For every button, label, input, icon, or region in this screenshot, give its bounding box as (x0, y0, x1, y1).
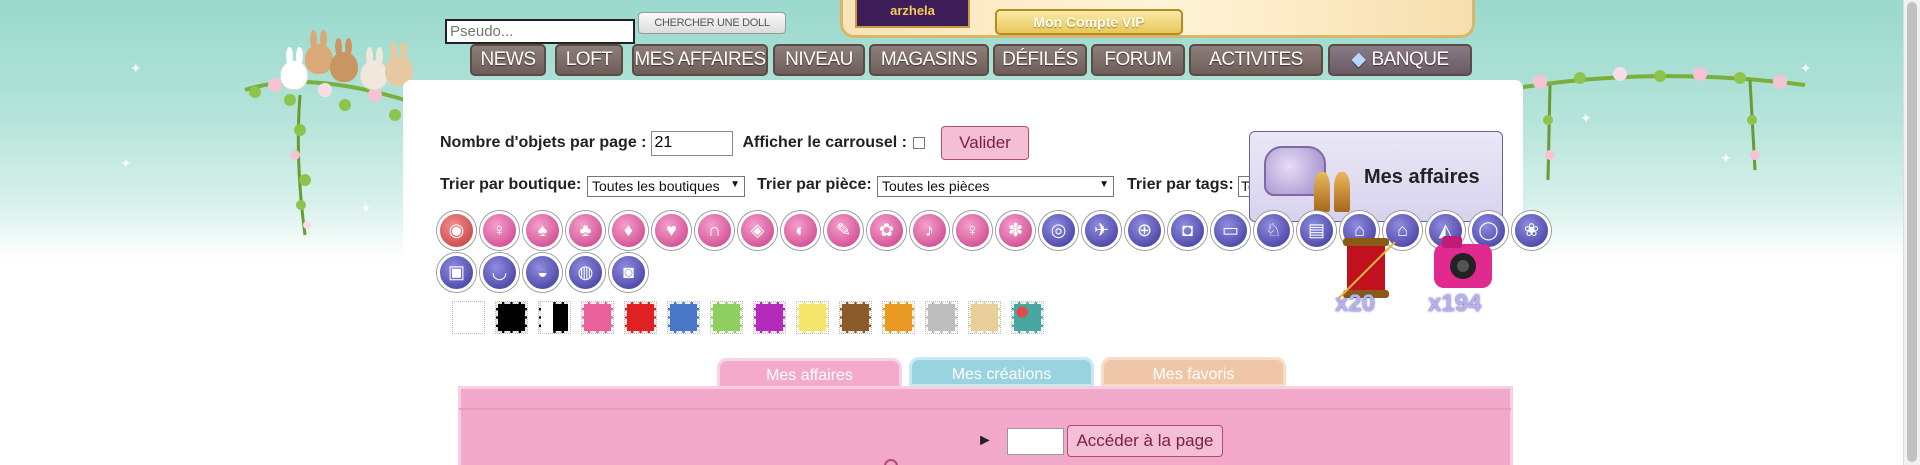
scrollbar-thumb[interactable] (1907, 2, 1917, 462)
shop-select-value: Toutes les boutiques (592, 178, 720, 194)
page-scrollbar[interactable] (1903, 0, 1920, 465)
bunny-decoration (360, 47, 388, 90)
category-icon[interactable]: ✿ (867, 211, 906, 250)
category-icon[interactable]: ⊕ (1125, 211, 1164, 250)
camera-count: x194 (1428, 290, 1482, 317)
site-logo[interactable]: arzhela (855, 0, 970, 28)
color-swatch[interactable] (624, 301, 657, 334)
nav-banque-label: BANQUE (1371, 49, 1449, 70)
pagination-settings: Nombre d'objets par page : Afficher le c… (440, 126, 1029, 160)
carousel-label: Afficher le carrousel : (742, 134, 908, 151)
sparkle-decoration: ✦ (130, 60, 142, 76)
shop-select[interactable]: Toutes les boutiques ▼ (587, 176, 745, 197)
category-icon[interactable]: ✈ (1082, 211, 1121, 250)
color-swatch[interactable] (710, 301, 743, 334)
category-icon[interactable]: ◍ (566, 253, 605, 292)
shoe-icon (1334, 172, 1350, 212)
color-swatch[interactable] (581, 301, 614, 334)
play-arrow-icon: ► (977, 432, 993, 449)
per-page-label: Nombre d'objets par page : (440, 134, 647, 151)
shop-filter-label: Trier par boutique: (440, 176, 582, 193)
shoe-icon (1314, 172, 1330, 212)
nav-news[interactable]: NEWS (470, 44, 546, 76)
carousel-checkbox[interactable] (913, 137, 925, 149)
category-icon[interactable]: ◎ (1039, 211, 1078, 250)
color-swatch[interactable] (1011, 301, 1044, 334)
category-icon[interactable]: ◘ (1168, 211, 1207, 250)
flower-vine-left (244, 78, 406, 236)
color-swatch[interactable] (452, 301, 485, 334)
category-icon[interactable]: ♥ (652, 211, 691, 250)
category-icon[interactable]: ✎ (824, 211, 863, 250)
color-swatch[interactable] (538, 301, 571, 334)
tags-filter-label: Trier par tags: (1127, 176, 1234, 193)
color-swatch[interactable] (882, 301, 915, 334)
color-swatch[interactable] (667, 301, 700, 334)
pseudo-search-input[interactable] (445, 19, 635, 44)
category-icon[interactable]: ▤ (1297, 211, 1336, 250)
camera-icon (1434, 236, 1492, 288)
goto-page-button[interactable]: Accéder à la page (1067, 425, 1223, 457)
spool-count: x20 (1335, 290, 1376, 317)
sparkle-decoration: ✦ (120, 155, 132, 171)
category-icon[interactable]: ◙ (609, 253, 648, 292)
nav-forum[interactable]: FORUM (1091, 44, 1185, 76)
room-filter-label: Trier par pièce: (757, 176, 872, 193)
category-icon[interactable]: ♪ (910, 211, 949, 250)
bunny-decoration (305, 30, 333, 74)
content-box (458, 386, 1513, 465)
search-doll-button[interactable]: CHERCHER UNE DOLL (638, 12, 786, 34)
room-select-value: Toutes les pièces (882, 178, 990, 194)
color-swatch[interactable] (796, 301, 829, 334)
tab-mes-favoris[interactable]: Mes favoris (1101, 357, 1286, 387)
nav-activites[interactable]: ACTIVITES (1189, 44, 1323, 76)
per-page-input[interactable] (650, 130, 733, 156)
category-icon[interactable]: ◡ (480, 253, 519, 292)
color-swatch[interactable] (753, 301, 786, 334)
category-icon[interactable]: ♘ (1254, 211, 1293, 250)
bunny-decoration (280, 47, 308, 90)
nav-mes-affaires[interactable]: MES AFFAIRES (632, 44, 768, 76)
category-icon[interactable]: ∩ (695, 211, 734, 250)
vip-account-button[interactable]: Mon Compte VIP (995, 9, 1183, 35)
category-icon[interactable]: ◐ (781, 211, 820, 250)
nav-banque[interactable]: ◆ BANQUE (1328, 44, 1472, 76)
dropdown-arrow-icon: ▼ (1099, 179, 1109, 190)
category-icon[interactable]: ♀ (480, 211, 519, 250)
dropdown-arrow-icon: ▼ (730, 179, 740, 190)
category-icon[interactable]: ♠ (523, 211, 562, 250)
category-icon[interactable]: ✽ (996, 211, 1035, 250)
room-select[interactable]: Toutes les pièces ▼ (877, 176, 1114, 197)
diamond-icon: ◆ (1351, 49, 1366, 70)
top-banner: arzhela Mon Compte VIP (840, 0, 1475, 38)
category-icon[interactable]: ▭ (1211, 211, 1250, 250)
category-icon[interactable]: ◈ (738, 211, 777, 250)
category-icon[interactable]: ◒ (523, 253, 562, 292)
nav-niveau[interactable]: NIVEAU (773, 44, 865, 76)
content-divider (459, 408, 1511, 410)
color-swatch[interactable] (495, 301, 528, 334)
category-icon[interactable]: ▣ (437, 253, 476, 292)
category-icon[interactable]: ♦ (609, 211, 648, 250)
tab-mes-creations[interactable]: Mes créations (909, 357, 1094, 387)
page-number-input[interactable] (1007, 428, 1064, 455)
mes-affaires-card: Mes affaires (1249, 131, 1503, 222)
category-icon[interactable]: ♣ (566, 211, 605, 250)
nav-magasins[interactable]: MAGASINS (869, 44, 989, 76)
nav-loft[interactable]: LOFT (555, 44, 623, 76)
mes-affaires-title: Mes affaires (1364, 166, 1480, 188)
category-icon[interactable]: ❀ (1512, 211, 1551, 250)
nav-defiles[interactable]: DÉFILÉS (993, 44, 1087, 76)
color-swatch[interactable] (925, 301, 958, 334)
category-icon[interactable]: ♀ (953, 211, 992, 250)
validate-button[interactable]: Valider (941, 126, 1029, 160)
category-icon[interactable]: ◉ (437, 211, 476, 250)
flower-vine-right (1504, 67, 1806, 181)
color-swatch[interactable] (968, 301, 1001, 334)
bunny-decoration (330, 38, 358, 82)
color-swatch[interactable] (839, 301, 872, 334)
